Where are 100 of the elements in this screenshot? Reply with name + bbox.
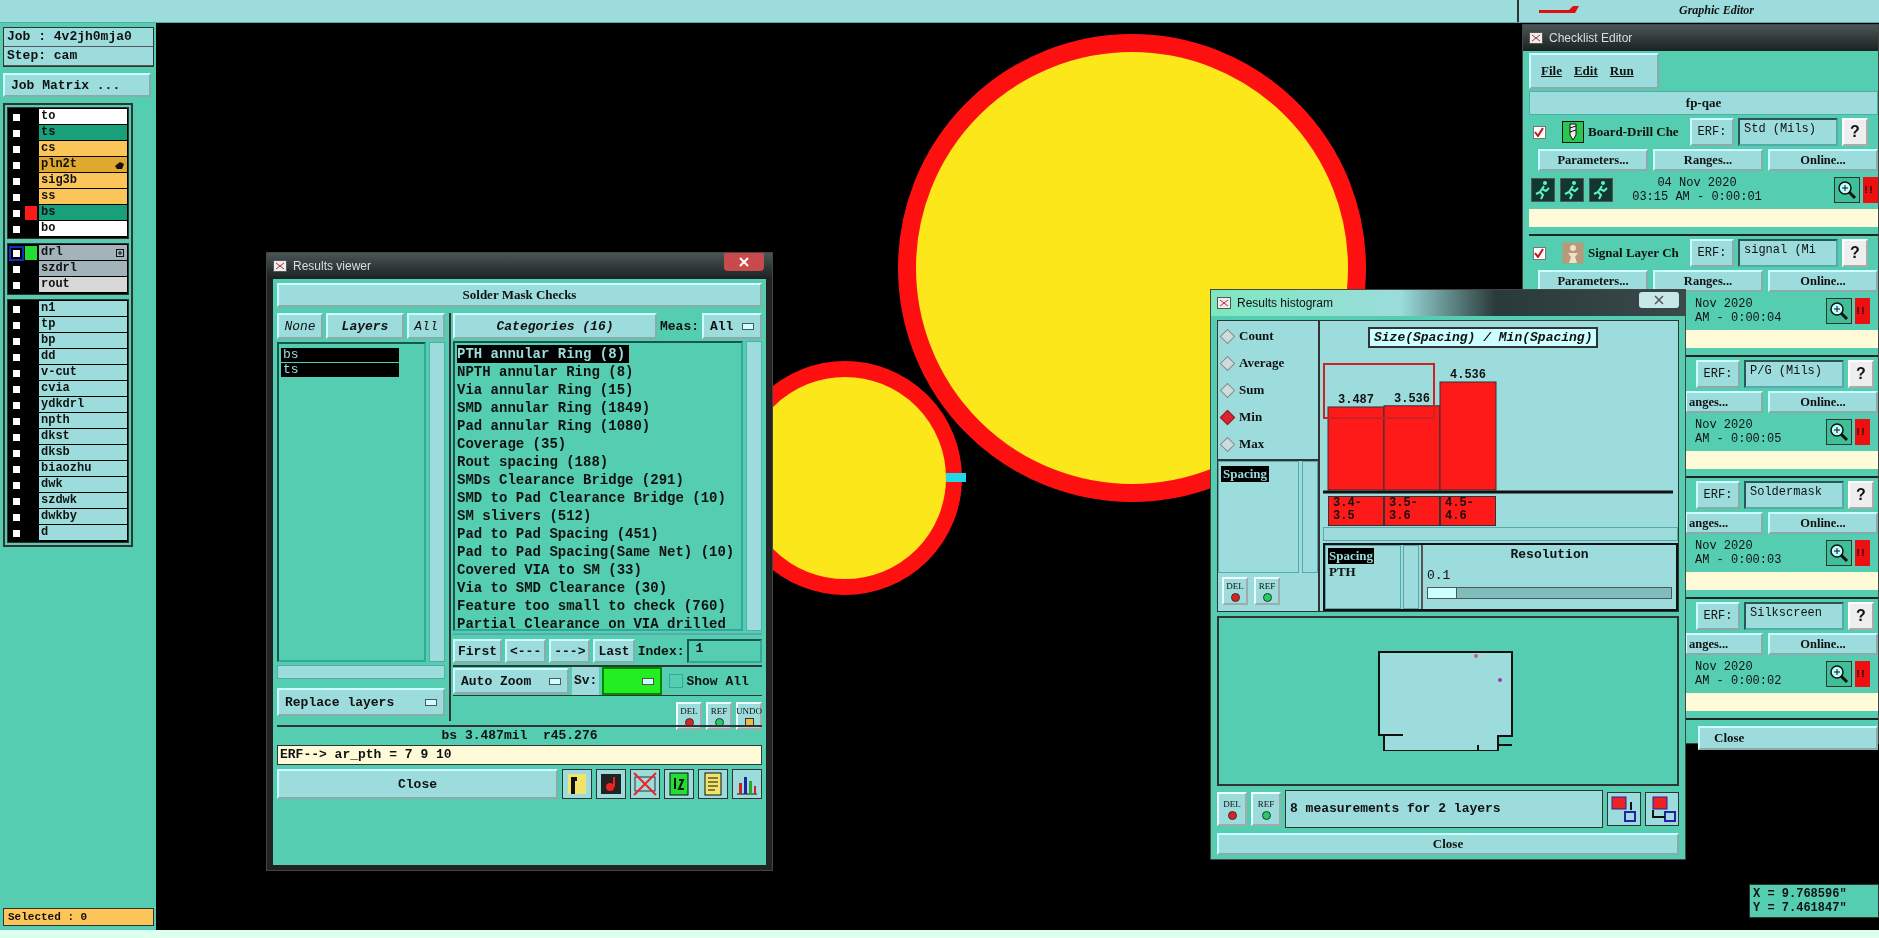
check-action-button[interactable]: Online... [1768, 149, 1878, 171]
layer-name[interactable]: rout [39, 277, 127, 293]
erf-button[interactable]: ERF: [1690, 239, 1734, 267]
erf-button[interactable]: ERF: [1696, 360, 1740, 388]
vertical-scrollbar[interactable] [429, 342, 445, 662]
erf-field[interactable]: Std (Mils) [1738, 118, 1838, 146]
category-item[interactable]: SM slivers (512) [457, 507, 596, 525]
horizontal-scrollbar[interactable] [1323, 527, 1678, 541]
check-checkbox[interactable] [1533, 246, 1546, 260]
layer-name[interactable]: dd [39, 349, 127, 365]
check-action-button[interactable]: Online... [1768, 633, 1878, 655]
running-figure-icon[interactable] [1531, 178, 1555, 202]
navigation-button[interactable]: <--- [505, 639, 547, 663]
erf-field[interactable]: P/G (Mils) [1744, 360, 1844, 388]
help-button[interactable]: ? [1842, 239, 1868, 267]
layer-name[interactable]: bs [39, 205, 127, 221]
close-button[interactable]: Close [277, 769, 558, 799]
marker-button[interactable]: UNDO [736, 702, 762, 730]
slider-thumb[interactable] [1428, 587, 1457, 598]
category-item[interactable]: Pad to Pad Spacing(Same Net) (10) [457, 543, 739, 561]
layer-name[interactable]: dwkby [39, 509, 127, 525]
alert-button[interactable]: !! [1855, 298, 1870, 324]
category-item[interactable]: NPTH annular Ring (8) [457, 363, 638, 381]
import-chart-icon[interactable] [1645, 792, 1679, 827]
category-item[interactable]: SMD annular Ring (1849) [457, 399, 655, 417]
category-item[interactable]: Feature too small to check (760) [457, 597, 730, 615]
alert-button[interactable]: !! [1855, 540, 1870, 566]
index-field[interactable]: 1 [687, 639, 762, 663]
layer-name[interactable]: ydkdrl [39, 397, 127, 413]
close-icon[interactable] [1639, 292, 1679, 308]
layer-name[interactable]: szdrl [39, 261, 127, 277]
alert-button[interactable]: !! [1855, 661, 1870, 687]
erf-field[interactable]: signal (Mi [1738, 239, 1838, 267]
crossed-reference-icon[interactable] [630, 769, 660, 799]
category-item[interactable]: Rout spacing (188) [457, 453, 613, 471]
mode-radio[interactable]: Average [1222, 352, 1314, 374]
job-matrix-button[interactable]: Job Matrix ... [3, 73, 151, 97]
marker-button[interactable]: DEL [676, 702, 702, 730]
check-action-button[interactable]: Ranges... [1653, 149, 1763, 171]
numbered-page-icon[interactable] [664, 769, 694, 799]
check-action-button[interactable]: Ranges... [1653, 270, 1763, 292]
running-figure-icon[interactable] [1589, 178, 1613, 202]
layer-name[interactable]: n1 [39, 301, 127, 317]
category-item[interactable]: SMDs Clearance Bridge (291) [457, 471, 688, 489]
marker-button[interactable]: REF [1254, 577, 1280, 605]
measure-type-item[interactable]: PTH [1328, 563, 1357, 580]
export-chart-icon[interactable] [1607, 792, 1641, 827]
layer-item[interactable]: bs [281, 348, 399, 362]
marker-button[interactable]: DEL [1217, 792, 1247, 827]
bar-chart-icon[interactable] [732, 769, 762, 799]
layer-name[interactable]: sig3b [39, 173, 127, 189]
layer-name[interactable]: bo [39, 221, 127, 237]
layer-name[interactable]: cvia [39, 381, 127, 397]
close-button[interactable]: Close [1217, 833, 1679, 855]
menu-item[interactable]: File [1537, 63, 1566, 79]
color-dropdown[interactable] [602, 667, 663, 695]
category-item[interactable]: Covered VIA to SM (33) [457, 561, 646, 579]
category-item[interactable]: Coverage (35) [457, 435, 571, 453]
check-action-button[interactable]: Online... [1768, 512, 1878, 534]
meas-dropdown[interactable]: All [702, 313, 762, 339]
menu-item[interactable]: Edit [1569, 63, 1602, 79]
layer-name[interactable]: dwk [39, 477, 127, 493]
zoom-in-icon[interactable] [1834, 177, 1860, 203]
mode-radio[interactable]: Count [1222, 325, 1314, 347]
close-button[interactable]: Close [1698, 726, 1878, 750]
menu-item[interactable]: Run [1605, 63, 1638, 79]
layer-name[interactable]: cs [39, 141, 127, 157]
mode-radio[interactable]: Min [1222, 406, 1314, 428]
layer-name[interactable]: drl [39, 245, 127, 261]
check-action-button[interactable]: Parameters... [1538, 270, 1648, 292]
category-item[interactable]: PTH annular Ring (8) [457, 345, 630, 363]
measure-type-item[interactable]: Spacing [1328, 547, 1375, 564]
check-action-button[interactable]: anges... [1685, 512, 1763, 534]
close-icon[interactable] [724, 253, 764, 271]
layer-name[interactable]: tp [39, 317, 127, 333]
layer-name[interactable]: dksb [39, 445, 127, 461]
help-button[interactable]: ? [1848, 360, 1874, 388]
help-button[interactable]: ? [1842, 118, 1868, 146]
running-figure-icon[interactable] [1560, 178, 1584, 202]
layer-filter-button[interactable]: None [277, 313, 323, 339]
categories-button[interactable]: Categories (16) [453, 313, 657, 339]
histogram-bar[interactable] [1383, 405, 1441, 491]
category-item[interactable]: Via annular Ring (15) [457, 381, 638, 399]
category-item[interactable]: Via to SMD Clearance (30) [457, 579, 672, 597]
vertical-scrollbar[interactable] [1403, 544, 1419, 609]
marker-button[interactable]: DEL [1222, 577, 1248, 605]
navigation-button[interactable]: First [453, 639, 502, 663]
erf-button[interactable]: ERF: [1690, 118, 1734, 146]
layer-name[interactable]: dkst [39, 429, 127, 445]
zoom-in-icon[interactable] [1826, 419, 1852, 445]
horizontal-scrollbar[interactable] [277, 665, 445, 679]
alert-button[interactable]: !! [1855, 419, 1870, 445]
layer-name[interactable]: bp [39, 333, 127, 349]
erf-button[interactable]: ERF: [1696, 602, 1740, 630]
category-item[interactable]: Pad to Pad Spacing (451) [457, 525, 663, 543]
layer-name[interactable]: biaozhu [39, 461, 127, 477]
navigation-button[interactable]: ---> [549, 639, 591, 663]
show-all-checkbox[interactable] [669, 674, 684, 688]
navigation-button[interactable]: Last [593, 639, 635, 663]
category-item[interactable]: SMD to Pad Clearance Bridge (10) [457, 489, 730, 507]
